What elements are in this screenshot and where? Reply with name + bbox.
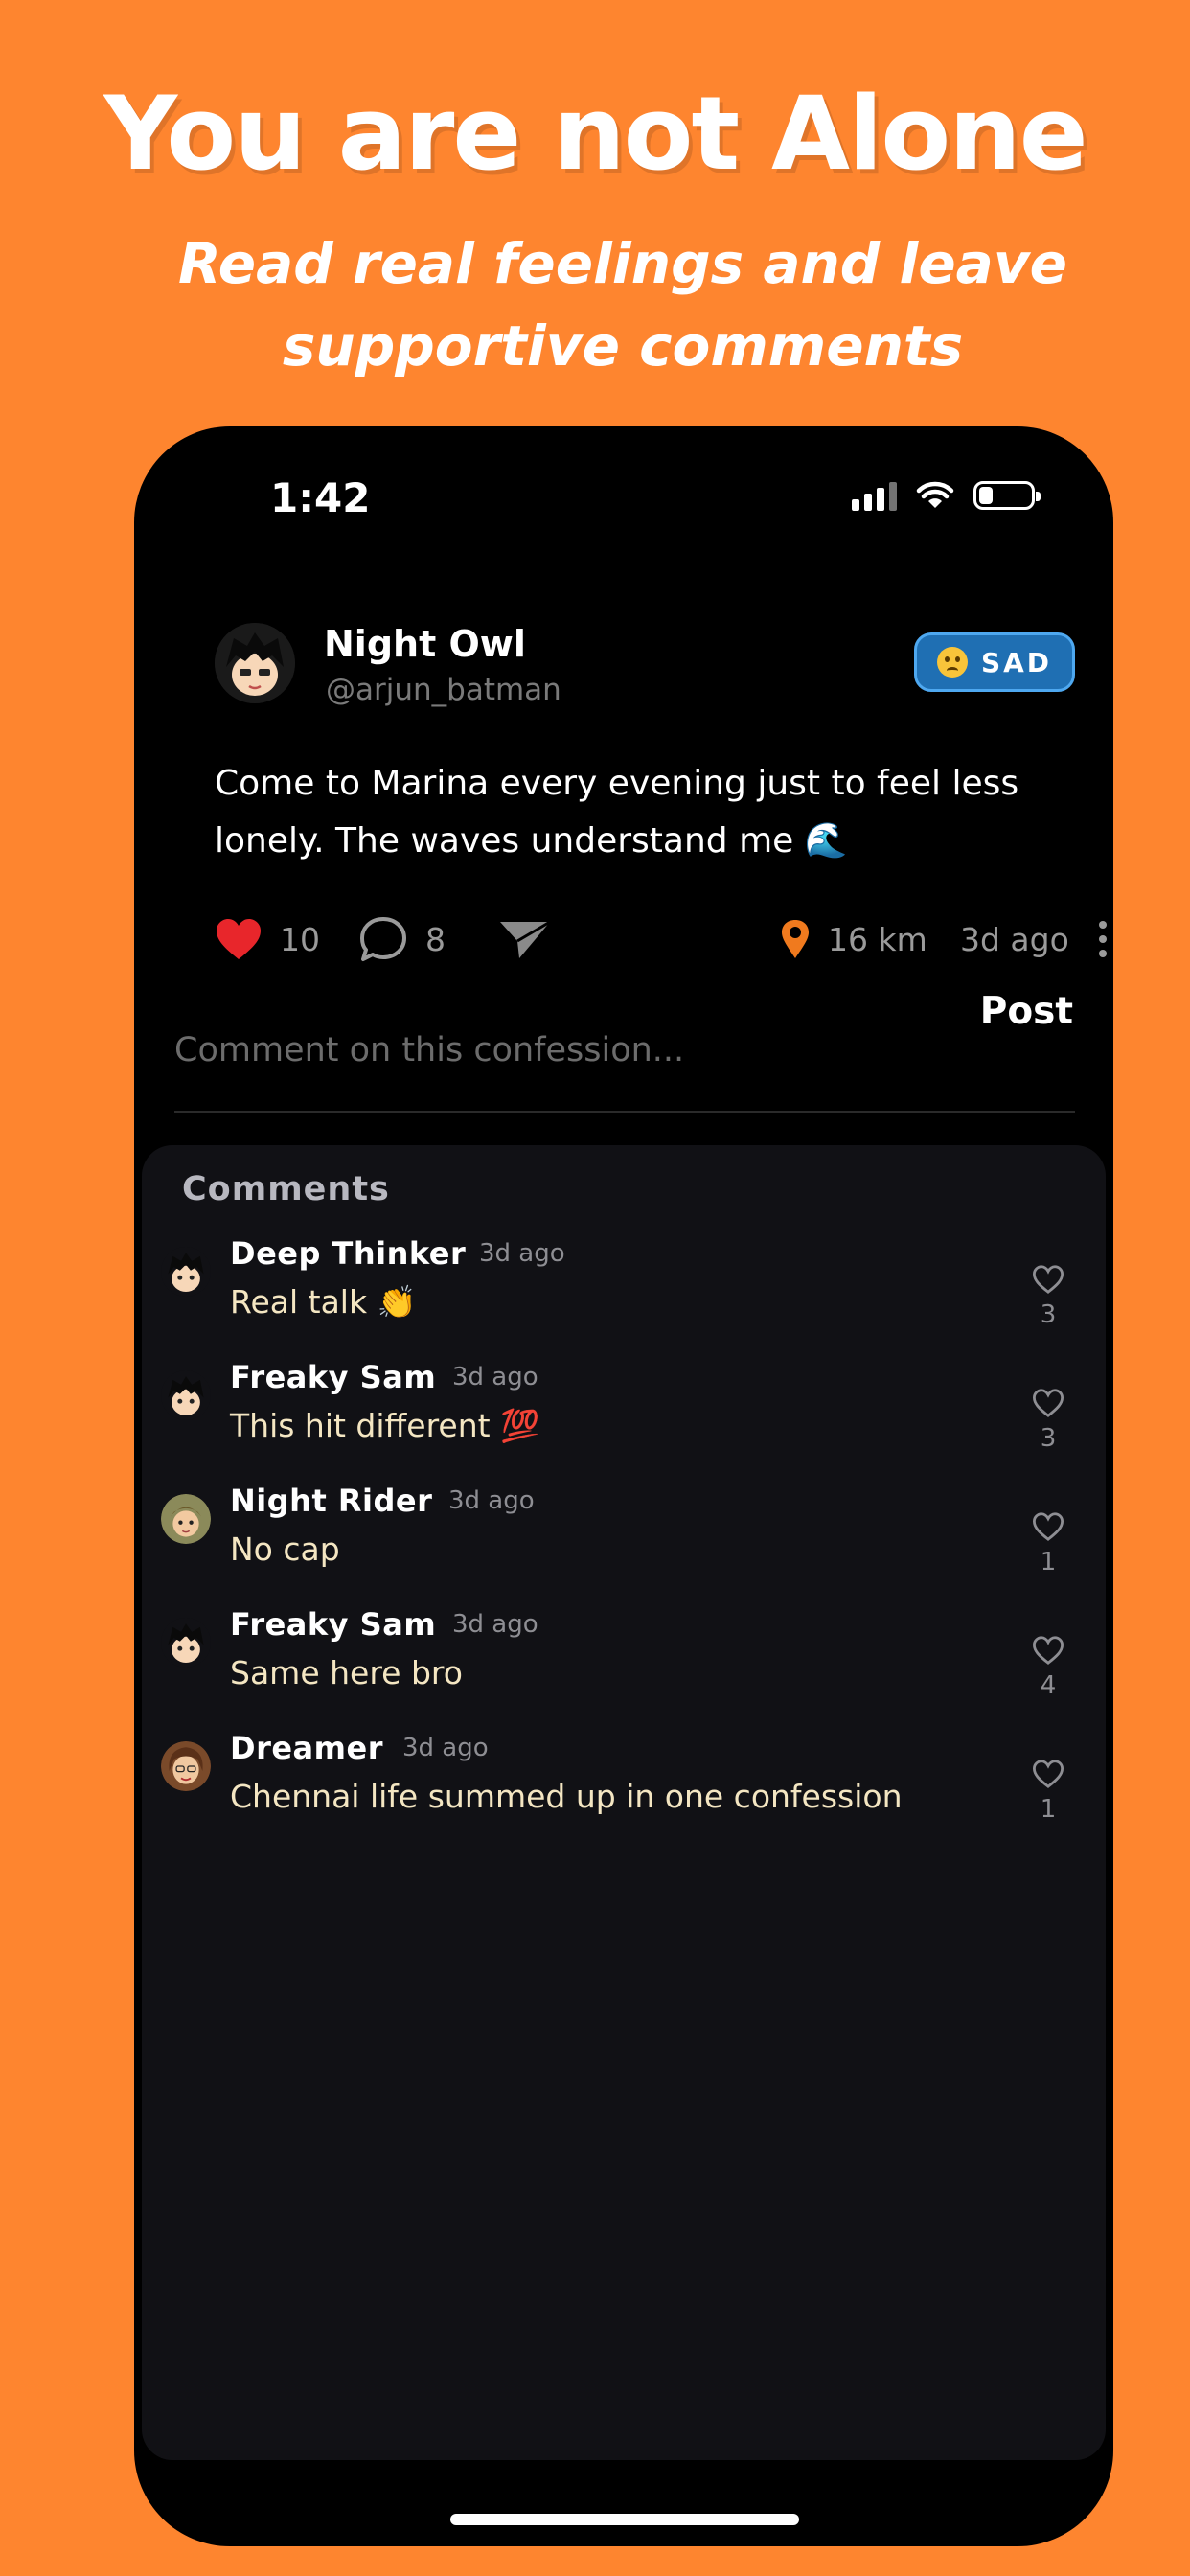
comment-count: 8 — [425, 920, 446, 958]
location-pin-icon — [782, 920, 809, 958]
comment-time: 3d ago — [479, 1239, 565, 1268]
comment-text: No cap — [230, 1530, 340, 1568]
comment-time: 3d ago — [452, 1363, 538, 1392]
like-button[interactable]: 10 — [215, 910, 320, 968]
more-options-button[interactable] — [1098, 910, 1108, 968]
commenter-avatar[interactable] — [161, 1370, 211, 1420]
comment-text: Chennai life summed up in one confession — [230, 1778, 903, 1815]
heart-outline-icon — [1032, 1636, 1064, 1665]
commenter-name[interactable]: Freaky Sam — [230, 1606, 436, 1643]
heart-outline-icon — [1032, 1512, 1064, 1541]
comment-like-button[interactable]: 3 — [1029, 1388, 1067, 1453]
promo-headline: You are not Alone — [103, 75, 1087, 193]
heart-outline-icon — [1032, 1265, 1064, 1294]
commenter-name[interactable]: Freaky Sam — [230, 1359, 436, 1395]
comment-item: Deep Thinker 3d ago Real talk 👏 3 — [142, 1235, 1106, 1350]
heart-outline-icon — [1032, 1760, 1064, 1788]
comment-item: Freaky Sam 3d ago This hit different 💯 3 — [142, 1359, 1106, 1474]
post-time: 3d ago — [960, 920, 1069, 958]
like-count: 10 — [280, 920, 320, 958]
author-handle: @arjun_batman — [326, 673, 561, 707]
comment-bubble-icon — [360, 917, 406, 961]
status-icons — [852, 480, 1041, 511]
commenter-avatar[interactable] — [161, 1618, 211, 1668]
location-info: 16 km — [780, 910, 927, 968]
author-name[interactable]: Night Owl — [324, 623, 526, 665]
comment-like-count: 3 — [1040, 1300, 1057, 1329]
distance-label: 16 km — [828, 920, 927, 958]
comment-text: Real talk 👏 — [230, 1283, 417, 1321]
author-avatar[interactable] — [215, 623, 295, 703]
promo-subhead: Read real feelings and leave supportive … — [178, 231, 1067, 379]
post-text: Come to Marina every evening just to fee… — [215, 764, 1019, 861]
post-comment-button[interactable]: Post — [980, 990, 1073, 1033]
comments-panel: Comments Deep Thinker 3d ago Real talk 👏… — [142, 1145, 1106, 2460]
wifi-icon — [916, 481, 954, 508]
comment-like-count: 3 — [1040, 1424, 1057, 1453]
mood-badge: SAD — [914, 632, 1075, 692]
battery-icon — [973, 481, 1041, 510]
comment-like-count: 4 — [1040, 1671, 1057, 1700]
mood-label: SAD — [980, 646, 1053, 678]
comment-like-button[interactable]: 1 — [1029, 1759, 1067, 1824]
commenter-avatar[interactable] — [161, 1741, 211, 1791]
comments-title: Comments — [182, 1170, 390, 1208]
comment-button[interactable]: 8 — [358, 910, 446, 968]
comment-like-button[interactable]: 4 — [1029, 1635, 1067, 1700]
cellular-signal-icon — [852, 480, 897, 511]
send-icon — [500, 920, 551, 958]
comment-like-count: 1 — [1040, 1548, 1057, 1576]
comment-input[interactable]: Comment on this confession... — [174, 1031, 684, 1070]
comment-like-button[interactable]: 3 — [1029, 1264, 1067, 1329]
commenter-name[interactable]: Deep Thinker — [230, 1235, 466, 1272]
heart-filled-icon — [217, 919, 261, 959]
comment-text: Same here bro — [230, 1654, 463, 1691]
commenter-name[interactable]: Night Rider — [230, 1483, 432, 1519]
input-divider — [174, 1111, 1075, 1113]
comment-text: This hit different 💯 — [230, 1407, 540, 1444]
comment-like-button[interactable]: 1 — [1029, 1511, 1067, 1576]
commenter-avatar[interactable] — [161, 1494, 211, 1544]
commenter-name[interactable]: Dreamer — [230, 1730, 383, 1766]
phone-frame: 1:42 Night Owl @arjun_batman SAD Come to… — [134, 426, 1113, 2546]
comment-time: 3d ago — [402, 1734, 489, 1762]
commenter-avatar[interactable] — [161, 1247, 211, 1297]
heart-outline-icon — [1032, 1389, 1064, 1417]
comment-time: 3d ago — [448, 1486, 535, 1515]
comment-item: Freaky Sam 3d ago Same here bro 4 — [142, 1606, 1106, 1721]
post-actions: 10 8 16 km 3d ago — [215, 910, 1113, 968]
home-indicator[interactable] — [450, 2514, 799, 2525]
comment-item: Dreamer 3d ago Chennai life summed up in… — [142, 1730, 1106, 1845]
comment-like-count: 1 — [1040, 1795, 1057, 1824]
more-vertical-icon — [1099, 921, 1107, 957]
share-button[interactable] — [498, 910, 552, 968]
sad-face-icon — [936, 647, 968, 678]
status-time: 1:42 — [270, 474, 371, 521]
comment-time: 3d ago — [452, 1610, 538, 1639]
comment-item: Night Rider 3d ago No cap 1 — [142, 1483, 1106, 1598]
